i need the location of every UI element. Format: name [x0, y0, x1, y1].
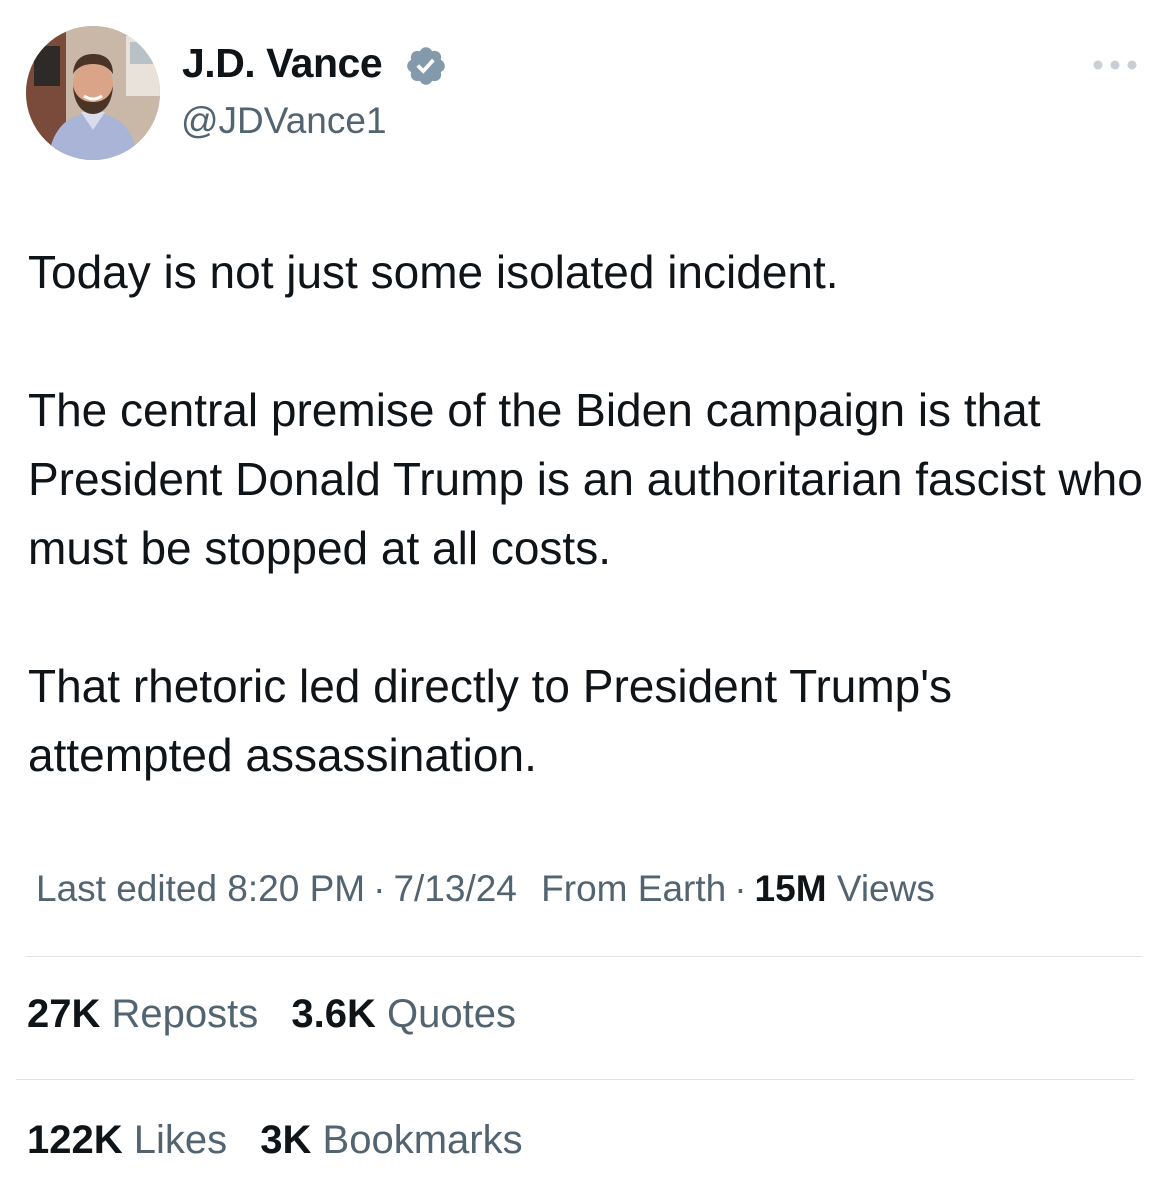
- more-options-icon[interactable]: [1092, 58, 1138, 72]
- divider: [26, 956, 1142, 957]
- views-label: Views: [836, 868, 935, 909]
- tweet-paragraph: That rhetoric led directly to President …: [28, 660, 953, 781]
- tweet-date[interactable]: 7/13/24: [393, 868, 516, 909]
- reposts-label: Reposts: [111, 992, 259, 1036]
- quotes-label: Quotes: [387, 992, 516, 1036]
- tweet-paragraph: The central premise of the Biden campaig…: [28, 384, 1143, 574]
- views-count: 15M: [754, 868, 827, 909]
- tweet-meta: Last edited 8:20 PM · 7/13/24 From Earth · 1…: [36, 868, 935, 910]
- reposts-count: 27K: [27, 992, 101, 1036]
- avatar[interactable]: [26, 26, 160, 160]
- bookmarks-count: 3K: [260, 1118, 312, 1162]
- separator-dot: ·: [734, 868, 747, 909]
- reposts-stat[interactable]: 27K Reposts: [27, 992, 258, 1037]
- verified-badge-icon: [407, 47, 445, 85]
- separator-dot: ·: [373, 868, 386, 909]
- tweet-detail: J.D. Vance @JDVance1 Today is not just s…: [0, 0, 1169, 1186]
- likes-stat[interactable]: 122K Likes: [27, 1118, 227, 1163]
- bookmarks-stat[interactable]: 3K Bookmarks: [260, 1118, 522, 1163]
- quotes-stat[interactable]: 3.6K Quotes: [291, 992, 516, 1037]
- profile-photo-image: [26, 26, 160, 160]
- quotes-count: 3.6K: [291, 992, 376, 1036]
- edited-timestamp[interactable]: Last edited 8:20 PM: [36, 868, 365, 909]
- tweet-paragraph: Today is not just some isolated incident…: [28, 246, 839, 298]
- display-name[interactable]: J.D. Vance: [182, 40, 383, 87]
- divider: [16, 1079, 1134, 1080]
- user-handle[interactable]: @JDVance1: [181, 100, 387, 142]
- engagement-row: 27K Reposts 3.6K Quotes: [27, 992, 538, 1037]
- bookmarks-label: Bookmarks: [322, 1118, 523, 1162]
- tweet-text: Today is not just some isolated incident…: [28, 238, 1153, 790]
- likes-label: Likes: [133, 1118, 228, 1162]
- likes-count: 122K: [27, 1118, 123, 1162]
- engagement-row: 122K Likes 3K Bookmarks: [27, 1118, 545, 1163]
- tweet-source: From Earth: [541, 868, 727, 909]
